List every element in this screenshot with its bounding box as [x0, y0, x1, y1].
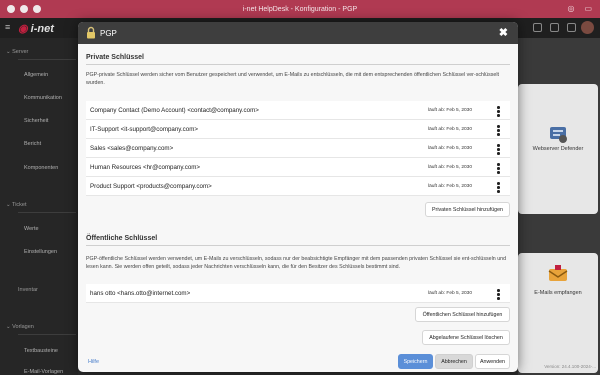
- maximize-window-button[interactable]: [33, 5, 41, 13]
- more-options-icon[interactable]: [497, 182, 500, 193]
- private-keys-description: PGP-private Schlüssel werden sicher vom …: [86, 72, 499, 86]
- config-card[interactable]: Webserver Defender: [518, 84, 598, 214]
- sidebar-item-kommunikation[interactable]: Kommunikation: [24, 95, 62, 101]
- window-title: i-net HelpDesk - Konfiguration - PGP: [242, 5, 358, 13]
- close-window-button[interactable]: [7, 5, 15, 13]
- sidebar-item-textbausteine[interactable]: Textbausteine: [24, 348, 58, 354]
- sidebar-section-ticket[interactable]: ⌄ Ticket: [6, 202, 27, 208]
- support-icon[interactable]: ◎: [567, 4, 574, 13]
- mail-receive-icon: [548, 265, 568, 281]
- sidebar-item-email-vorlagen[interactable]: E-Mail-Vorlagen: [24, 369, 63, 375]
- window-controls: [7, 5, 41, 13]
- private-keys-title: Private Schlüssel: [86, 54, 144, 61]
- sidebar-item-sicherheit[interactable]: Sicherheit: [24, 118, 48, 124]
- key-name: IT-Support <it-support@company.com>: [90, 125, 198, 133]
- more-options-icon[interactable]: [497, 144, 500, 155]
- divider: [86, 245, 510, 246]
- divider: [18, 334, 76, 335]
- add-private-key-button[interactable]: Privaten Schlüssel hinzufügen: [425, 202, 510, 217]
- sidebar-section-vorlagen[interactable]: ⌄ Vorlagen: [6, 324, 34, 330]
- key-name: Human Resources <hr@company.com>: [90, 163, 201, 171]
- sidebar-section-vorlagen-label: Vorlagen: [12, 324, 34, 330]
- dialog-header: PGP ✖: [78, 22, 518, 44]
- private-key-row[interactable]: Sales <sales@company.com> läuft ab: Feb …: [86, 139, 510, 158]
- sidebar-section-server[interactable]: ⌄ Server: [6, 49, 28, 55]
- cancel-button[interactable]: Abbrechen: [435, 354, 473, 369]
- sidebar-item-einstellungen[interactable]: Einstellungen: [24, 249, 57, 255]
- private-key-row[interactable]: Human Resources <hr@company.com> läuft a…: [86, 158, 510, 177]
- private-key-row[interactable]: IT-Support <it-support@company.com> läuf…: [86, 120, 510, 139]
- avatar[interactable]: [581, 21, 594, 34]
- minimize-window-button[interactable]: [20, 5, 28, 13]
- key-expiry: läuft ab: Feb 5, 2030: [428, 164, 473, 170]
- card-label: Webserver Defender: [532, 146, 584, 152]
- more-options-icon[interactable]: [497, 289, 500, 300]
- sidebar-item-werte[interactable]: Werte: [24, 226, 39, 232]
- version-text: Version: 24.4.100-2024-...: [544, 364, 596, 369]
- header-icons: [533, 23, 576, 32]
- add-public-key-button[interactable]: Öffentlichen Schlüssel hinzufügen: [415, 307, 510, 322]
- public-keys-description: PGP-öffentliche Schlüssel werden verwend…: [86, 256, 507, 270]
- panel-icon[interactable]: ▭: [584, 4, 592, 13]
- key-expiry: läuft ab: Feb 5, 2030: [428, 183, 473, 189]
- menu-icon[interactable]: ≡: [5, 23, 13, 32]
- grid-icon[interactable]: [533, 23, 542, 32]
- delete-expired-keys-button[interactable]: Abgelaufene Schlüssel löschen: [422, 330, 510, 345]
- titlebar-icons: ◎ ▭: [567, 4, 592, 13]
- key-name: hans otto <hans.otto@internet.com>: [90, 289, 191, 297]
- sidebar-section-server-label: Server: [12, 49, 29, 55]
- app-logo: ◉ i-net: [18, 23, 54, 35]
- divider: [18, 212, 76, 213]
- sidebar-section-ticket-label: Ticket: [12, 202, 27, 208]
- sidebar-item-inventar[interactable]: Inventar: [18, 287, 38, 293]
- sidebar: ⌄ Server Allgemein Kommunikation Sicherh…: [0, 38, 78, 375]
- settings-icon[interactable]: [567, 23, 576, 32]
- window-titlebar: i-net HelpDesk - Konfiguration - PGP ◎ ▭: [0, 0, 600, 18]
- close-icon[interactable]: ✖: [499, 26, 508, 39]
- key-name: Sales <sales@company.com>: [90, 144, 174, 152]
- notification-icon[interactable]: [550, 23, 559, 32]
- public-keys-title: Öffentliche Schlüssel: [86, 235, 158, 242]
- apply-button[interactable]: Anwenden: [475, 354, 510, 369]
- key-expiry: läuft ab: Feb 5, 2030: [428, 107, 473, 113]
- save-button[interactable]: Speichern: [398, 354, 433, 369]
- webserver-defender-icon: [550, 127, 567, 143]
- pgp-dialog: PGP ✖ Private Schlüssel PGP-private Schl…: [78, 22, 518, 372]
- divider: [18, 59, 76, 60]
- key-expiry: läuft ab: Feb 5, 2030: [428, 126, 473, 132]
- private-key-row[interactable]: Product Support <products@company.com> l…: [86, 177, 510, 196]
- sidebar-item-komponenten[interactable]: Komponenten: [24, 165, 58, 171]
- key-name: Company Contact (Demo Account) <contact@…: [90, 106, 259, 114]
- help-link[interactable]: Hilfe: [88, 359, 99, 365]
- sidebar-item-bericht[interactable]: Bericht: [24, 141, 41, 147]
- key-expiry: läuft ab: Feb 5, 2030: [428, 145, 473, 151]
- key-name: Product Support <products@company.com>: [90, 182, 212, 190]
- key-expiry: läuft ab: Feb 5, 2030: [428, 290, 473, 296]
- more-options-icon[interactable]: [497, 125, 500, 136]
- public-key-row[interactable]: hans otto <hans.otto@internet.com> läuft…: [86, 284, 510, 303]
- dialog-title: PGP: [100, 29, 117, 38]
- sidebar-item-allgemein[interactable]: Allgemein: [24, 72, 48, 78]
- card-label: E-Mails empfangen: [534, 290, 582, 296]
- private-key-row[interactable]: Company Contact (Demo Account) <contact@…: [86, 101, 510, 120]
- more-options-icon[interactable]: [497, 106, 500, 117]
- config-card[interactable]: E-Mails empfangen: [518, 253, 598, 373]
- lock-icon: [87, 26, 95, 39]
- more-options-icon[interactable]: [497, 163, 500, 174]
- app-logo-text: i-net: [30, 23, 54, 35]
- main-background: Webserver Defender E-Mails empfangen Ver…: [518, 38, 600, 375]
- divider: [86, 64, 510, 65]
